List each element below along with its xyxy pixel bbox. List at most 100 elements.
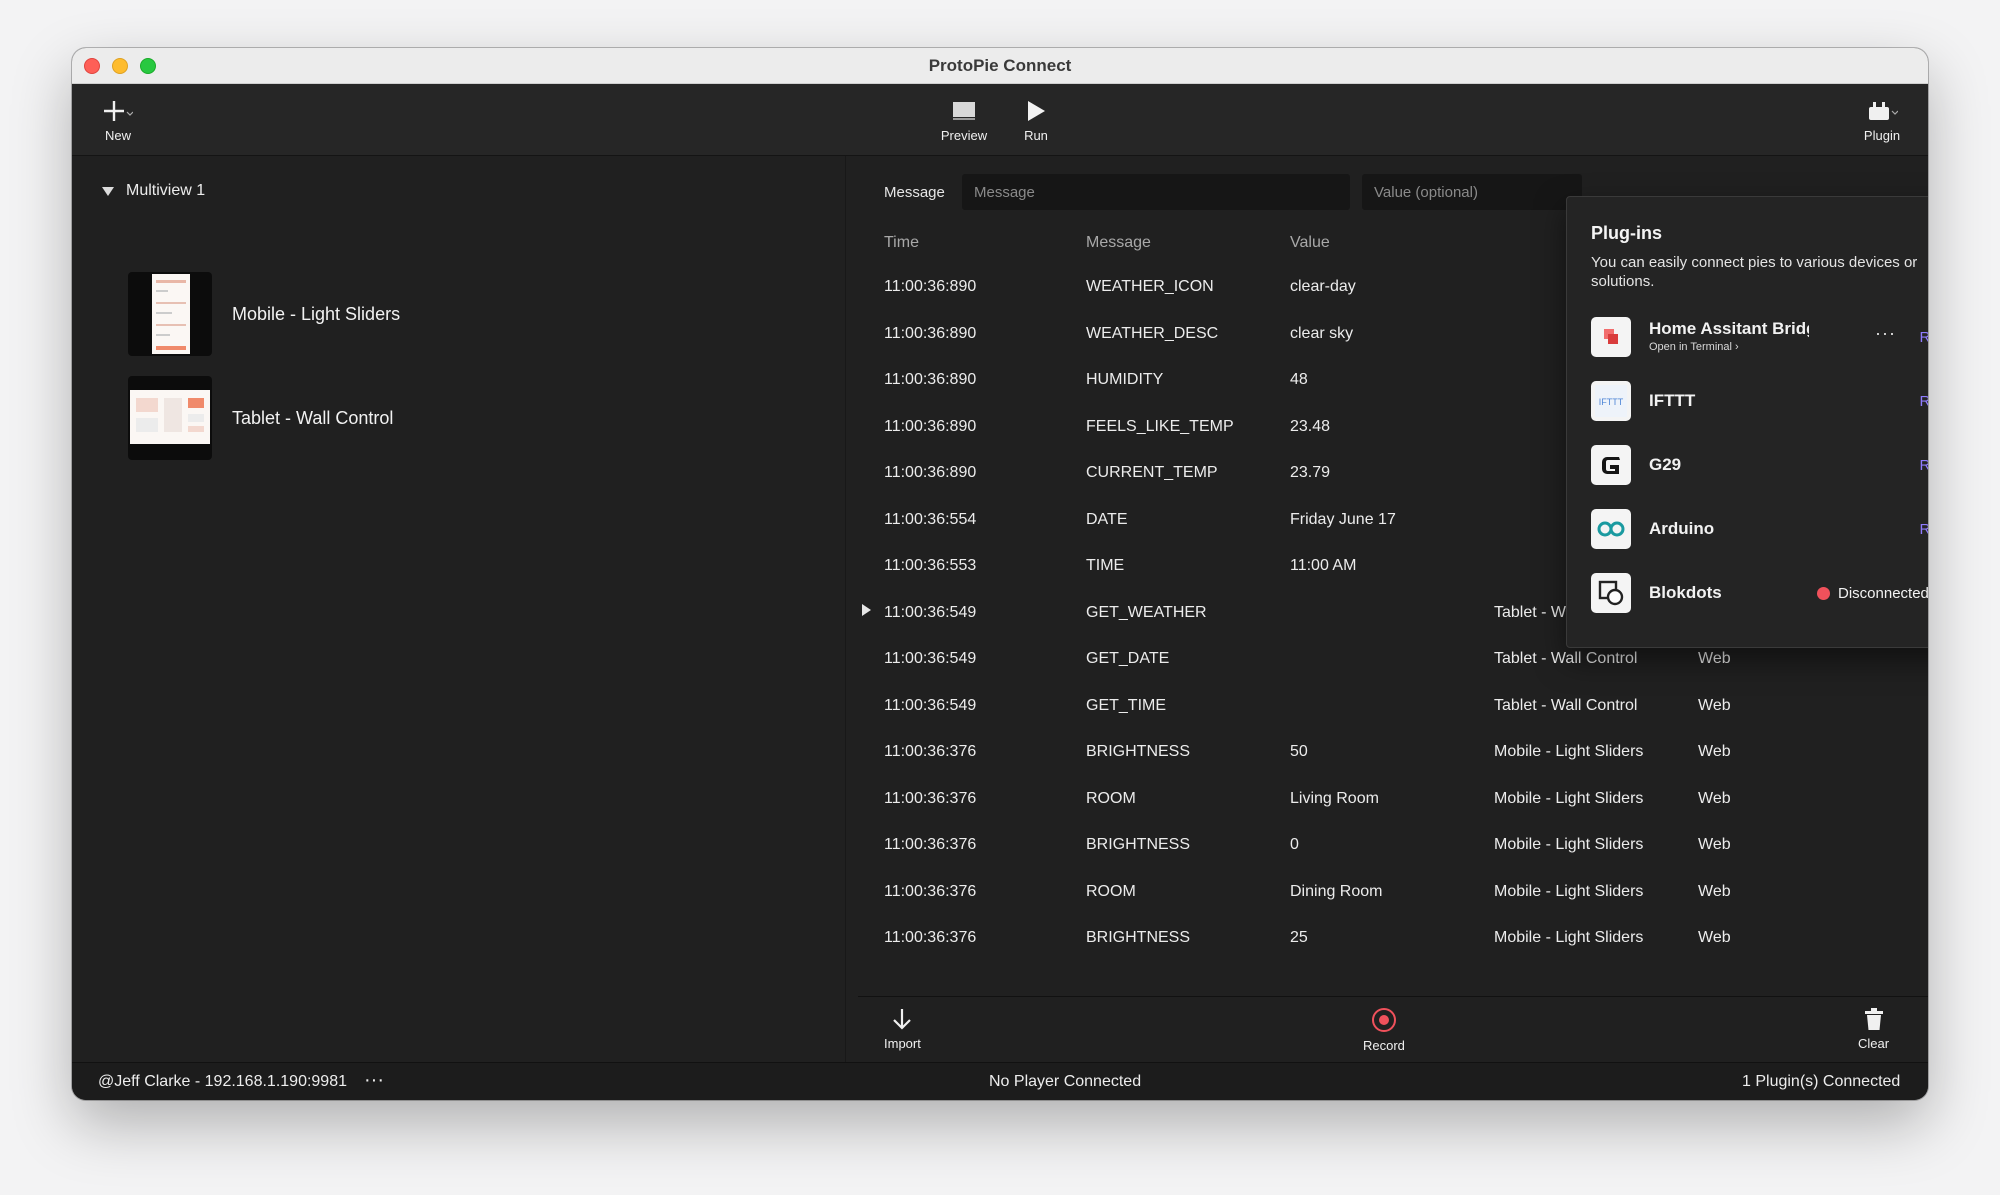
- plugin-run-button[interactable]: Run: [1919, 457, 1928, 474]
- log-message: CURRENT_TEMP: [1086, 464, 1218, 481]
- preview-label: Preview: [940, 128, 988, 143]
- log-type: Web: [1698, 696, 1731, 714]
- message-input[interactable]: [962, 174, 1350, 210]
- clear-button[interactable]: Clear: [1858, 1007, 1889, 1051]
- log-type: Web: [1698, 882, 1731, 900]
- pie-item-mobile[interactable]: Mobile - Light Sliders: [128, 272, 400, 356]
- plugins-description: You can easily connect pies to various d…: [1591, 254, 1918, 290]
- log-value: Friday June 17: [1290, 510, 1396, 528]
- clear-label: Clear: [1858, 1036, 1890, 1051]
- status-dot-icon: [1817, 587, 1830, 600]
- close-window-button[interactable]: [84, 58, 100, 74]
- toolbar: New Preview Run Plugin: [72, 84, 1928, 156]
- plugin-item-g29[interactable]: G29 Run: [1591, 445, 1928, 487]
- plugin-icon: [1866, 98, 1898, 124]
- trash-icon: [1864, 1008, 1883, 1030]
- title-bar: ProtoPie Connect: [72, 48, 1928, 84]
- plugin-item-home-assistant[interactable]: Home Assitant Bridge Open in Terminal › …: [1591, 317, 1928, 359]
- log-time: 11:00:36:549: [884, 696, 977, 714]
- log-message: WEATHER_ICON: [1086, 278, 1214, 295]
- zoom-window-button[interactable]: [140, 58, 156, 74]
- minimize-window-button[interactable]: [112, 58, 128, 74]
- log-message: ROOM: [1086, 789, 1136, 807]
- plugin-run-button[interactable]: Run: [1919, 393, 1928, 410]
- open-in-terminal-link[interactable]: Open in Terminal ›: [1649, 341, 1739, 353]
- status-bar: @Jeff Clarke - 192.168.1.190:9981 ··· No…: [72, 1062, 1928, 1100]
- chevron-down-icon: [102, 186, 114, 196]
- window-controls: [84, 58, 156, 74]
- user-address: @Jeff Clarke - 192.168.1.190:9981: [98, 1073, 347, 1090]
- record-button[interactable]: Record: [1363, 1007, 1405, 1053]
- log-time: 11:00:36:890: [884, 417, 977, 435]
- pie-thumbnail: [128, 376, 212, 460]
- ifttt-logo-icon: IFTTT: [1591, 381, 1631, 421]
- log-message: WEATHER_DESC: [1086, 324, 1219, 342]
- log-row[interactable]: 11:00:36:376 BRIGHTNESS 25 Mobile - Light S…: [858, 915, 1928, 961]
- run-button[interactable]: Run: [1006, 98, 1066, 143]
- add-plugin-button[interactable]: +: [1927, 221, 1928, 244]
- log-type: Web: [1698, 650, 1731, 667]
- log-row[interactable]: 11:00:36:549 GET_TIME Tablet - Wall Contro…: [858, 683, 1928, 729]
- message-bar: Message: [858, 174, 1598, 210]
- column-header-value[interactable]: Value: [1290, 234, 1330, 252]
- plugin-status: 1 Plugin(s) Connected: [1742, 1073, 1901, 1090]
- log-message: GET_DATE: [1086, 650, 1170, 667]
- log-time: 11:00:36:549: [884, 603, 977, 621]
- pie-name: Tablet - Wall Control: [232, 407, 394, 428]
- log-value: clear-day: [1290, 278, 1356, 295]
- plugin-more-icon[interactable]: ···: [1875, 323, 1896, 344]
- log-row[interactable]: 11:00:36:376 BRIGHTNESS 50 Mobile - Light S…: [858, 729, 1928, 775]
- log-pie: Mobile - Light Sliders: [1494, 789, 1644, 807]
- more-options-icon[interactable]: ···: [364, 1069, 384, 1092]
- log-row[interactable]: 11:00:36:376 ROOM Living Room Mobile - Ligh…: [858, 776, 1928, 822]
- log-value: 0: [1290, 836, 1299, 853]
- app-window: ProtoPie Connect New Preview Run Plugin: [72, 48, 1928, 1100]
- blokdots-logo-icon: [1591, 573, 1631, 613]
- value-input[interactable]: [1362, 174, 1582, 210]
- group-name: Multiview 1: [126, 182, 206, 199]
- log-time: 11:00:36:890: [884, 464, 977, 481]
- log-time: 11:00:36:376: [884, 836, 977, 853]
- new-label: New: [104, 128, 131, 143]
- import-button[interactable]: Import: [884, 1007, 921, 1051]
- log-message: DATE: [1086, 510, 1128, 528]
- plugins-title: Plug-ins: [1591, 223, 1662, 243]
- pie-item-tablet[interactable]: Tablet - Wall Control: [128, 376, 393, 460]
- log-message: HUMIDITY: [1086, 371, 1164, 388]
- plugin-item-blokdots[interactable]: Blokdots Disconnected: [1591, 573, 1928, 615]
- plugin-item-arduino[interactable]: Arduino Run: [1591, 509, 1928, 551]
- logitech-g-logo-icon: [1591, 445, 1631, 485]
- log-time: 11:00:36:376: [884, 929, 977, 946]
- message-label: Message: [884, 183, 945, 201]
- plugin-button[interactable]: Plugin: [1852, 98, 1912, 143]
- log-type: Web: [1698, 836, 1731, 853]
- log-message: BRIGHTNESS: [1086, 836, 1191, 853]
- log-message: BRIGHTNESS: [1086, 743, 1191, 760]
- preview-button[interactable]: Preview: [934, 98, 994, 143]
- column-header-time[interactable]: Time: [884, 234, 919, 252]
- run-label: Run: [1024, 128, 1048, 143]
- plugin-run-button[interactable]: Run: [1919, 521, 1928, 538]
- arduino-logo-icon: [1591, 509, 1631, 549]
- multiview-group-header[interactable]: Multiview 1: [102, 182, 205, 200]
- log-message: BRIGHTNESS: [1086, 929, 1191, 946]
- import-label: Import: [884, 1036, 921, 1051]
- arrow-down-icon: [893, 1009, 912, 1030]
- expand-arrow-icon[interactable]: [862, 603, 871, 616]
- log-time: 11:00:36:554: [884, 510, 977, 528]
- log-value: 50: [1290, 743, 1308, 760]
- plugin-item-ifttt[interactable]: IFTTT IFTTT Run: [1591, 381, 1928, 423]
- log-value: 23.79: [1290, 464, 1331, 481]
- log-value: clear sky: [1290, 324, 1354, 342]
- new-button[interactable]: New: [88, 98, 148, 143]
- log-row[interactable]: 11:00:36:376 ROOM Dining Room Mobile - Ligh…: [858, 869, 1928, 915]
- plugin-run-button[interactable]: Run: [1919, 329, 1928, 346]
- column-header-message[interactable]: Message: [1086, 234, 1151, 252]
- log-type: Web: [1698, 789, 1731, 807]
- home-assistant-logo-icon: [1591, 317, 1631, 357]
- pie-thumbnail: [128, 272, 212, 356]
- play-icon: [1025, 98, 1047, 124]
- log-value: Dining Room: [1290, 882, 1383, 900]
- log-row[interactable]: 11:00:36:376 BRIGHTNESS 0 Mobile - Light Sl…: [858, 822, 1928, 868]
- log-time: 11:00:36:890: [884, 371, 977, 388]
